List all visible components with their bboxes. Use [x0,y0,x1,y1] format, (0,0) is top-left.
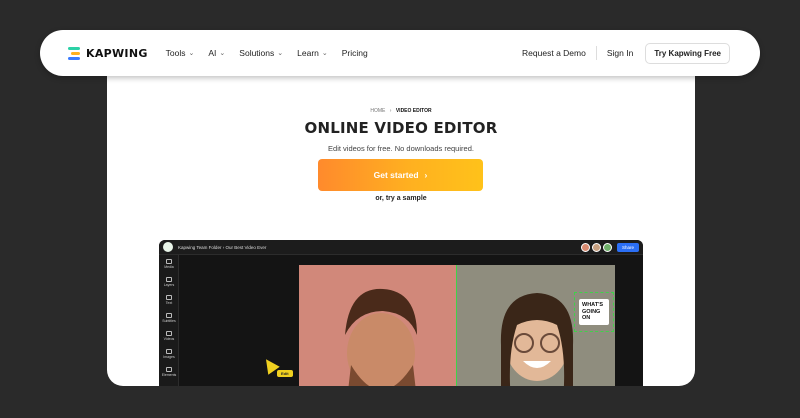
cursor-tag: Edit [277,370,293,377]
tool-layers: Layers [159,273,179,291]
menu-label: Tools [165,48,186,58]
request-demo-link[interactable]: Request a Demo [522,48,586,58]
menu-item-solutions[interactable]: Solutions ⌄ [239,48,283,58]
project-path: Kapwing Team Folder › Our Best Video Eve… [178,244,267,250]
cta-label: Get started [373,170,419,180]
avatar [591,242,601,252]
chevron-down-icon: ⌄ [219,50,226,57]
editor-preview: Kapwing Team Folder › Our Best Video Eve… [159,240,643,386]
media-icon [166,259,172,264]
sign-in-link[interactable]: Sign In [607,48,633,58]
tool-media: Media [159,255,179,273]
logo-text: KAPWING [86,46,148,60]
tool-label: Videos [163,337,175,341]
chevron-right-icon: › [424,170,428,180]
top-navigation: KAPWING Tools ⌄ AI ⌄ Solutions ⌄ Learn ⌄ Pri… [40,30,760,76]
get-started-button[interactable]: Get started › [318,159,483,191]
split-guide-line [456,265,457,386]
editor-topbar: Kapwing Team Folder › Our Best Video Eve… [159,240,643,255]
tool-label: Elements [161,373,177,377]
page-title: ONLINE VIDEO EDITOR [304,119,498,137]
menu-item-pricing[interactable]: Pricing [342,48,368,58]
videos-icon [166,331,172,336]
tool-label: Subtitles [162,319,176,323]
sticker-text: WHAT'S GOING ON [579,299,609,325]
tool-label: Images [163,355,175,359]
subtitles-icon [166,313,172,318]
breadcrumb-current: VIDEO EDITOR [395,108,432,114]
menu-item-learn[interactable]: Learn ⌄ [297,48,328,58]
try-free-button[interactable]: Try Kapwing Free [645,42,730,64]
text-sticker: WHAT'S GOING ON [574,292,614,332]
try-sample-link[interactable]: or, try a sample [107,195,695,202]
breadcrumb-home[interactable]: HOME [370,108,385,114]
avatar [602,242,612,252]
nav-divider [595,46,597,60]
tool-subtitles: Subtitles [159,309,179,327]
main-menu: Tools ⌄ AI ⌄ Solutions ⌄ Learn ⌄ Pricing [166,48,368,58]
page-subtitle: Edit videos for free. No downloads requi… [328,144,474,153]
menu-label: AI [208,48,217,58]
menu-item-tools[interactable]: Tools ⌄ [166,48,195,58]
workspace-icon [163,242,173,252]
share-button: Share [616,242,639,252]
chevron-down-icon: ⌄ [321,50,328,57]
nav-actions: Request a Demo Sign In Try Kapwing Free [522,42,730,64]
layers-icon [166,277,172,282]
tool-videos: Videos [159,327,179,345]
page-content: HOME › VIDEO EDITOR ONLINE VIDEO EDITOR … [107,64,695,386]
breadcrumb-separator: › [389,108,392,114]
breadcrumb: HOME › VIDEO EDITOR [107,108,695,114]
collaborators [580,242,612,252]
person-illustration [345,288,417,386]
tool-label: Layers [163,283,175,287]
tool-images: Images [159,345,179,363]
kapwing-logo[interactable]: KAPWING [68,46,148,60]
video-canvas: WHAT'S GOING ON [299,265,615,386]
elements-icon [166,367,172,372]
images-icon [166,349,172,354]
menu-label: Solutions [239,48,275,58]
editor-sidebar: Media Layers Text Subtitles Videos Image… [159,255,179,386]
tool-elements: Elements [159,363,179,381]
text-icon [166,295,172,300]
menu-label: Pricing [341,48,368,58]
tool-text: Text [159,291,179,309]
chevron-down-icon: ⌄ [277,50,284,57]
video-frame-left [299,265,457,386]
chevron-down-icon: ⌄ [188,50,195,57]
menu-label: Learn [297,48,319,58]
kapwing-logo-icon [68,46,80,60]
avatar [580,242,590,252]
tool-label: Text [165,301,173,305]
tool-label: Media [164,265,174,269]
menu-item-ai[interactable]: AI ⌄ [208,48,225,58]
